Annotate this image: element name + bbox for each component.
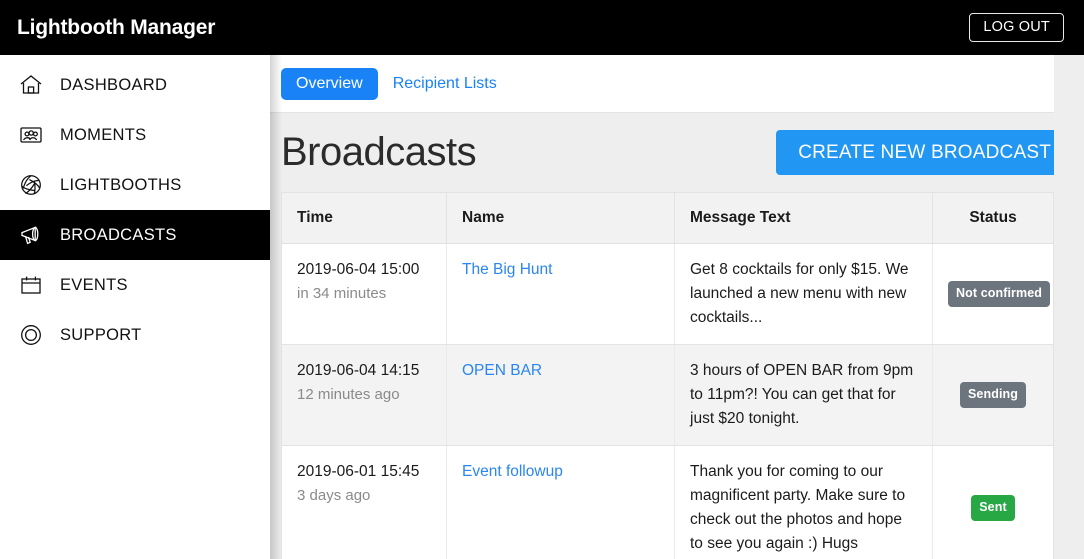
sidebar-item-label: SUPPORT [60,325,142,344]
cell-time: 2019-06-04 14:15 12 minutes ago [281,344,447,447]
sidebar-item-label: MOMENTS [60,125,147,144]
cell-name: The Big Hunt [446,243,675,346]
calendar-icon [16,270,46,300]
sidebar-item-lightbooths[interactable]: LIGHTBOOTHS [0,160,270,210]
time-relative: 3 days ago [297,487,371,505]
create-new-broadcast-button[interactable]: CREATE NEW BROADCAST [776,130,1073,175]
column-header-status[interactable]: Status [932,192,1054,244]
sidebar-item-support[interactable]: SUPPORT [0,310,270,360]
cell-message: Get 8 cocktails for only $15. We launche… [674,243,933,346]
status-badge: Sending [959,381,1026,409]
table-body: 2019-06-04 15:00 in 34 minutes The Big H… [281,243,1054,559]
tab-recipient-lists[interactable]: Recipient Lists [378,68,512,100]
content-area: Broadcasts CREATE NEW BROADCAST Time Nam… [270,112,1084,559]
sidebar-item-label: EVENTS [60,275,128,294]
cell-status: Sending [932,344,1054,447]
tab-bar: Overview Recipient Lists [270,55,1084,112]
sidebar-item-moments[interactable]: MOMENTS [0,110,270,160]
sidebar-item-label: LIGHTBOOTHS [60,175,182,194]
column-header-time[interactable]: Time [281,192,447,244]
cell-message: Thank you for coming to our magnificent … [674,445,933,559]
cell-status: Sent [932,445,1054,559]
aperture-icon [16,170,46,200]
time-absolute: 2019-06-04 14:15 [297,362,420,380]
table-row[interactable]: 2019-06-01 15:45 3 days ago Event follow… [281,445,1054,559]
broadcast-name-link[interactable]: Event followup [462,463,563,480]
broadcast-name-link[interactable]: The Big Hunt [462,261,552,278]
sidebar-item-label: DASHBOARD [60,75,168,94]
app-title: Lightbooth Manager [17,15,216,39]
cell-status: Not confirmed [932,243,1054,346]
sidebar-item-dashboard[interactable]: DASHBOARD [0,60,270,110]
time-relative: 12 minutes ago [297,386,400,404]
main-content: Overview Recipient Lists Broadcasts CREA… [270,55,1084,559]
broadcast-name-link[interactable]: OPEN BAR [462,362,542,379]
photos-icon [16,120,46,150]
page-header: Broadcasts CREATE NEW BROADCAST [281,112,1073,192]
logout-button[interactable]: LOG OUT [969,13,1064,42]
time-absolute: 2019-06-01 15:45 [297,463,420,481]
time-absolute: 2019-06-04 15:00 [297,261,420,278]
table-row[interactable]: 2019-06-04 15:00 in 34 minutes The Big H… [281,243,1054,346]
top-header-bar: Lightbooth Manager LOG OUT [0,0,1084,55]
status-badge: Not confirmed [948,280,1051,308]
sidebar-item-events[interactable]: EVENTS [0,260,270,310]
sidebar-nav: DASHBOARD MOMENTS LIGHTBOOTHS BROADCASTS… [0,55,270,559]
table-header: Time Name Message Text Status [281,192,1054,244]
tab-overview[interactable]: Overview [281,67,378,100]
cell-name: OPEN BAR [446,344,675,447]
column-header-name[interactable]: Name [446,192,675,244]
megaphone-icon [16,220,46,250]
table-row[interactable]: 2019-06-04 14:15 12 minutes ago OPEN BAR… [281,344,1054,447]
cell-message: 3 hours of OPEN BAR from 9pm to 11pm?! Y… [674,344,933,447]
time-relative: in 34 minutes [297,285,387,303]
broadcasts-table: Time Name Message Text Status 2019-06-04… [281,192,1054,559]
cell-name: Event followup [446,445,675,559]
page-title: Broadcasts [281,130,477,174]
sidebar-item-broadcasts[interactable]: BROADCASTS [0,210,270,260]
table-header-row: Time Name Message Text Status [281,192,1054,244]
column-header-message[interactable]: Message Text [674,192,933,244]
cell-time: 2019-06-01 15:45 3 days ago [281,445,447,559]
app-root: Lightbooth Manager LOG OUT DASHBOARD MOM… [0,0,1084,559]
status-badge: Sent [971,494,1015,522]
cell-time: 2019-06-04 15:00 in 34 minutes [281,243,447,346]
home-icon [16,70,46,100]
sidebar-item-label: BROADCASTS [60,225,177,244]
lifebuoy-icon [16,320,46,350]
